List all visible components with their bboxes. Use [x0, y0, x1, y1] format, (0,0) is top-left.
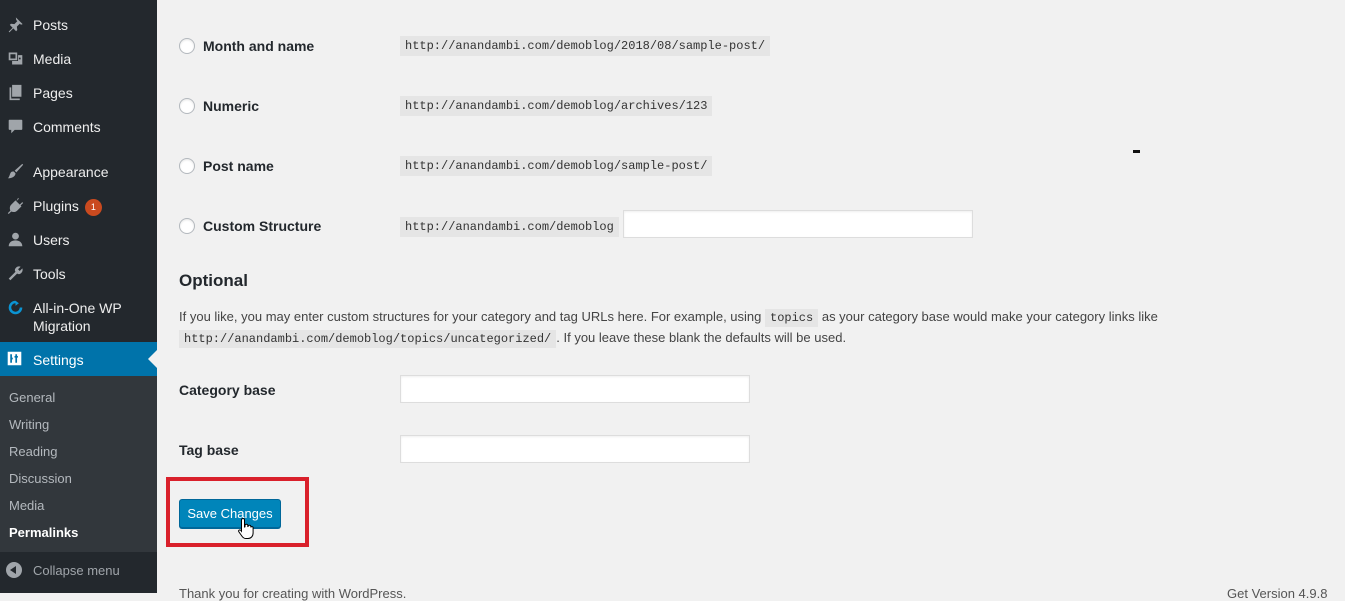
sidebar-item-label: Posts	[33, 17, 69, 33]
collapse-arrow-icon	[6, 562, 22, 578]
option-label-month-and-name: Month and name	[203, 38, 315, 54]
comment-icon	[6, 117, 24, 135]
plugin-update-badge: 1	[84, 199, 102, 216]
permalink-example-numeric: http://anandambi.com/demoblog/archives/1…	[400, 96, 713, 116]
sidebar-item-settings[interactable]: Settings	[0, 342, 157, 376]
sidebar-item-posts[interactable]: Posts	[0, 15, 157, 33]
wrench-icon	[6, 264, 24, 282]
sidebar-item-label: Settings	[33, 352, 84, 368]
optional-description: If you like, you may enter custom struct…	[179, 307, 1169, 349]
sidebar-item-label: Users	[33, 232, 70, 248]
option-label-numeric: Numeric	[203, 98, 260, 114]
custom-structure-input[interactable]	[623, 210, 973, 238]
optional-desc-text-1: If you like, you may enter custom struct…	[179, 309, 762, 324]
permalink-example-custom-structure: http://anandambi.com/demoblog	[400, 217, 619, 237]
sidebar-item-tools[interactable]: Tools	[0, 264, 157, 282]
settings-sliders-icon	[6, 350, 24, 368]
collapse-menu-button[interactable]: Collapse menu	[0, 560, 157, 582]
option-label-custom-structure: Custom Structure	[203, 218, 322, 234]
sidebar-item-label-line2: Migration	[33, 318, 91, 334]
submenu-item-writing[interactable]: Writing	[9, 417, 49, 433]
radio-post-name[interactable]	[179, 158, 195, 174]
admin-sidebar: Posts Media Pages Comments Appearance Pl…	[0, 0, 157, 593]
sidebar-item-comments[interactable]: Comments	[0, 117, 157, 135]
sidebar-item-pages[interactable]: Pages	[0, 83, 157, 101]
pin-icon	[6, 15, 24, 33]
settings-submenu: General Writing Reading Discussion Media…	[0, 376, 157, 552]
permalink-example-post-name: http://anandambi.com/demoblog/sample-pos…	[400, 156, 713, 176]
optional-desc-code-url: http://anandambi.com/demoblog/topics/unc…	[179, 330, 557, 348]
optional-heading: Optional	[179, 271, 248, 290]
optional-desc-code-topics: topics	[765, 309, 819, 327]
current-menu-arrow	[148, 350, 157, 368]
permalink-example-month-and-name: http://anandambi.com/demoblog/2018/08/sa…	[400, 36, 771, 56]
sidebar-item-label: All-in-One WP Migration	[33, 299, 122, 335]
sidebar-item-label: Media	[33, 51, 72, 67]
hand-pointer-cursor-icon	[238, 517, 254, 539]
sidebar-item-appearance[interactable]: Appearance	[0, 162, 157, 180]
footer-thanks: Thank you for creating with WordPress.	[179, 586, 407, 601]
optional-desc-text-2: as your category base would make your ca…	[821, 309, 1158, 324]
sidebar-item-label: Plugins 1	[33, 197, 102, 216]
sidebar-item-label: Comments	[33, 119, 101, 135]
sidebar-item-label-line1: All-in-One WP	[33, 300, 122, 316]
tag-base-label: Tag base	[179, 442, 239, 458]
user-icon	[6, 230, 24, 248]
sidebar-item-label: Tools	[33, 266, 66, 282]
brush-icon	[6, 162, 24, 180]
collapse-menu-label: Collapse menu	[33, 563, 120, 578]
sidebar-item-users[interactable]: Users	[0, 230, 157, 248]
category-base-input[interactable]	[400, 375, 750, 403]
main-content: Month and name http://anandambi.com/demo…	[157, 0, 1345, 601]
media-icon	[6, 49, 24, 67]
migration-icon	[6, 298, 24, 316]
save-changes-button[interactable]: Save Changes	[179, 499, 281, 528]
plugin-icon	[6, 196, 24, 214]
pages-icon	[6, 83, 24, 101]
category-base-label: Category base	[179, 382, 276, 398]
tag-base-input[interactable]	[400, 435, 750, 463]
sidebar-item-plugins[interactable]: Plugins 1	[0, 196, 157, 216]
sidebar-item-all-in-one-wp-migration[interactable]: All-in-One WP Migration	[0, 298, 157, 334]
radio-custom-structure[interactable]	[179, 218, 195, 234]
sidebar-item-label: Appearance	[33, 164, 109, 180]
sidebar-item-label: Pages	[33, 85, 73, 101]
stray-mark	[1133, 150, 1140, 153]
footer-version: Get Version 4.9.8	[1227, 586, 1328, 601]
sidebar-item-label-text: Plugins	[33, 198, 79, 214]
radio-numeric[interactable]	[179, 98, 195, 114]
submenu-item-discussion[interactable]: Discussion	[9, 471, 72, 487]
sidebar-item-media[interactable]: Media	[0, 49, 157, 67]
optional-desc-text-3: . If you leave these blank the defaults …	[556, 330, 847, 345]
submenu-item-reading[interactable]: Reading	[9, 444, 57, 460]
radio-month-and-name[interactable]	[179, 38, 195, 54]
submenu-item-permalinks[interactable]: Permalinks	[9, 525, 78, 541]
submenu-item-general[interactable]: General	[9, 390, 55, 406]
submenu-item-media[interactable]: Media	[9, 498, 44, 514]
option-label-post-name: Post name	[203, 158, 274, 174]
